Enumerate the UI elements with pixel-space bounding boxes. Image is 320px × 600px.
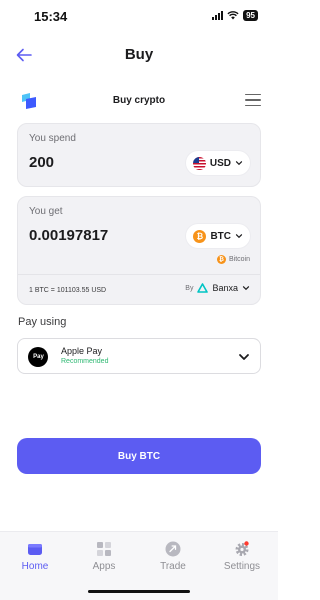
- pay-using-label: Pay using: [18, 316, 67, 328]
- provider-name: Banxa: [212, 283, 238, 293]
- get-card: You get 0.00197817 ₿ BTC ₿ Bitcoin 1 BTC…: [17, 196, 261, 305]
- get-amount: 0.00197817: [29, 227, 109, 244]
- bitcoin-icon: ₿: [193, 229, 207, 243]
- payment-method-select[interactable]: Pay Apple Pay Recommended: [17, 338, 261, 374]
- widget-title: Buy crypto: [112, 95, 166, 106]
- spend-card: You spend 200 USD: [17, 123, 261, 187]
- buy-button[interactable]: Buy BTC: [17, 438, 261, 474]
- page-title: Buy: [124, 46, 154, 63]
- wifi-icon: [227, 11, 239, 20]
- bitcoin-small-icon: ₿: [216, 255, 226, 264]
- status-bar: 15:34 95: [0, 0, 278, 34]
- tab-home-label: Home: [21, 561, 49, 572]
- tab-trade-label: Trade: [160, 561, 186, 572]
- spend-currency-selector[interactable]: USD: [185, 151, 250, 175]
- tab-home[interactable]: Home: [4, 541, 66, 572]
- tab-trade[interactable]: Trade: [142, 541, 204, 572]
- nav-header: Buy: [0, 38, 278, 72]
- wallet-icon: [28, 544, 42, 555]
- gear-icon: [235, 541, 249, 556]
- home-indicator: [88, 590, 190, 593]
- provider-by-label: By: [185, 284, 194, 292]
- divider: [18, 274, 260, 275]
- spend-currency-code: USD: [209, 157, 231, 169]
- tab-settings-label: Settings: [223, 561, 261, 572]
- get-currency-code: BTC: [210, 230, 231, 242]
- tab-settings[interactable]: Settings: [211, 541, 273, 572]
- status-icons: 95: [212, 10, 258, 21]
- apple-pay-icon: Pay: [28, 347, 48, 367]
- chevron-down-icon: [235, 161, 243, 166]
- recommended-label: Recommended: [61, 358, 109, 365]
- status-time: 15:34: [34, 9, 68, 24]
- signal-icon: [212, 11, 224, 20]
- get-currency-selector[interactable]: ₿ BTC: [186, 224, 250, 248]
- spend-amount-input[interactable]: 200: [29, 154, 54, 171]
- chevron-down-icon: [239, 354, 249, 360]
- apple-pay-icon-text: Pay: [33, 354, 44, 360]
- tab-apps[interactable]: Apps: [73, 541, 135, 572]
- payment-method-name: Apple Pay: [61, 346, 103, 356]
- provider-selector[interactable]: By Banxa: [185, 283, 250, 293]
- us-flag-icon: [192, 156, 206, 170]
- coin-name: Bitcoin: [228, 256, 250, 263]
- menu-icon[interactable]: [245, 94, 261, 106]
- battery-badge: 95: [243, 10, 258, 21]
- banxa-logo-icon: [197, 283, 209, 293]
- swap-icon: [165, 541, 181, 557]
- get-label: You get: [29, 206, 63, 217]
- grid-icon: [97, 542, 111, 556]
- chevron-down-icon: [235, 234, 243, 239]
- exchange-rate: 1 BTC = 101103.55 USD: [29, 287, 107, 294]
- coin-name-row: ₿ Bitcoin: [216, 255, 250, 264]
- chevron-down-icon: [242, 286, 250, 291]
- spend-label: You spend: [29, 133, 76, 144]
- tab-apps-label: Apps: [92, 561, 116, 572]
- widget-header: Buy crypto: [17, 86, 261, 116]
